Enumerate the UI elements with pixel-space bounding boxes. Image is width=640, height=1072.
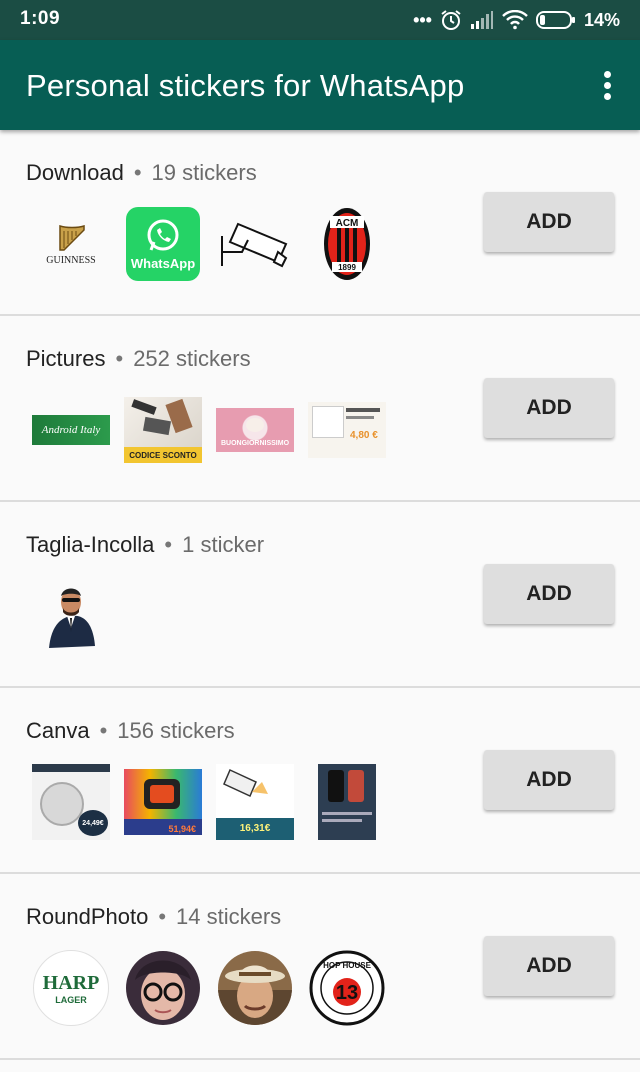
sticker-text: ACM xyxy=(336,218,359,229)
bilancia-smart-ad-icon: 24,49€ xyxy=(32,764,110,840)
sticker-count: 156 stickers xyxy=(117,718,235,743)
ac-milan-crest-icon: ACM 1899 xyxy=(308,206,386,282)
harp-lager-logo-icon: HARP LAGER xyxy=(32,950,110,1026)
guinness-harp-logo-icon: GUINNESS xyxy=(32,206,110,282)
status-time: 1:09 xyxy=(20,8,61,29)
sticker-count: 252 stickers xyxy=(133,346,251,371)
cctv-camera-drawing-icon xyxy=(216,206,294,282)
pack-header: Download • 19 stickers xyxy=(26,160,257,186)
sticker-pack-row[interactable]: Taglia-Incolla • 1 sticker ADD xyxy=(0,502,640,688)
pack-header: Canva • 156 stickers xyxy=(26,718,235,744)
sticker-previews: HARP LAGER HOP HOUSE 13 xyxy=(32,950,386,1026)
kitten-photo-icon: BUONGIORNISSIMO xyxy=(216,392,294,468)
sticker-text: WhatsApp xyxy=(130,255,196,271)
add-pack-button[interactable]: ADD xyxy=(484,378,614,438)
separator-dot: • xyxy=(133,160,142,185)
sticker-subtext: 1899 xyxy=(338,263,356,272)
android-italy-banner-icon: Android Italy xyxy=(32,392,110,468)
sticker-text: 13 xyxy=(336,982,358,1004)
alarm-icon xyxy=(441,10,461,30)
pack-name: Pictures xyxy=(26,346,106,371)
sticker-previews: 24,49€ 51,94€ 16,31€ xyxy=(32,764,386,840)
sticker-text: 51,94€ xyxy=(168,824,196,834)
more-notifications-icon: ••• xyxy=(413,9,432,30)
battery-percent: 14% xyxy=(583,9,620,30)
sticker-subtext: HOP HOUSE xyxy=(323,961,372,970)
sticker-text: 24,49€ xyxy=(82,819,104,827)
sticker-count: 1 sticker xyxy=(182,532,265,557)
hop-house-13-logo-icon: HOP HOUSE 13 xyxy=(308,950,386,1026)
sticker-pack-row[interactable]: Canva • 156 stickers 24,49€ 51,94€ 16,31… xyxy=(0,688,640,874)
separator-dot: • xyxy=(164,532,173,557)
signal-icon xyxy=(470,11,493,29)
pack-header: Pictures • 252 stickers xyxy=(26,346,251,372)
wifi-icon xyxy=(502,10,528,30)
sticker-count: 19 stickers xyxy=(151,160,257,185)
pack-name: Download xyxy=(26,160,124,185)
sticker-text: BUONGIORNISSIMO xyxy=(220,440,290,447)
app-title: Personal stickers for WhatsApp xyxy=(26,68,465,103)
add-pack-button[interactable]: ADD xyxy=(484,936,614,996)
sticker-previews: Android Italy CODICE SCONTO BUONGIORNISS… xyxy=(32,392,386,468)
status-bar: 1:09 ••• 14% xyxy=(0,0,640,40)
pack-name: RoundPhoto xyxy=(26,904,149,929)
pack-name: Taglia-Incolla xyxy=(26,532,155,557)
battery-icon xyxy=(535,11,575,29)
sticker-pack-row[interactable]: Download • 19 stickers GUINNESS WhatsApp xyxy=(0,130,640,316)
add-pack-button[interactable]: ADD xyxy=(484,564,614,624)
sticker-previews xyxy=(32,578,110,654)
sticker-subtext: LAGER xyxy=(55,994,87,1005)
sticker-text: Android Italy xyxy=(41,424,101,436)
add-pack-button[interactable]: ADD xyxy=(484,750,614,810)
separator-dot: • xyxy=(99,718,108,743)
app-bar: Personal stickers for WhatsApp xyxy=(0,40,640,130)
sticker-pack-row[interactable]: RoundPhoto • 14 stickers HARP LAGER HOP … xyxy=(0,874,640,1060)
separator-dot: • xyxy=(115,346,124,371)
phone-accessories-photo-icon: CODICE SCONTO xyxy=(124,392,202,468)
separator-dot: • xyxy=(158,904,167,929)
sticker-pack-row[interactable]: Pictures • 252 stickers Android Italy CODI… xyxy=(0,316,640,502)
smartwatch-ad-icon: 51,94€ xyxy=(124,764,202,840)
smartphone-ad-icon xyxy=(308,764,386,840)
woman-glasses-photo-icon xyxy=(124,950,202,1026)
overflow-menu-icon[interactable] xyxy=(604,71,612,101)
sticker-count: 14 stickers xyxy=(176,904,282,929)
sticker-pack-list: Download • 19 stickers GUINNESS WhatsApp xyxy=(0,130,640,1060)
pack-header: Taglia-Incolla • 1 sticker xyxy=(26,532,264,558)
status-icons: ••• 14% xyxy=(413,8,620,32)
whatsapp-logo-icon: WhatsApp xyxy=(124,206,202,282)
sticker-text: GUINNESS xyxy=(46,254,96,266)
sticker-previews: GUINNESS WhatsApp ACM 1899 xyxy=(32,206,386,282)
man-in-suit-cutout-icon xyxy=(32,578,110,654)
camera-ad-icon: 16,31€ xyxy=(216,764,294,840)
sticker-text: 4,80 € xyxy=(350,430,378,441)
pack-header: RoundPhoto • 14 stickers xyxy=(26,904,281,930)
sticker-text: CODICE SCONTO xyxy=(129,450,197,460)
man-hat-photo-icon xyxy=(216,950,294,1026)
pack-name: Canva xyxy=(26,718,90,743)
add-pack-button[interactable]: ADD xyxy=(484,192,614,252)
product-ad-photo-icon: 4,80 € xyxy=(308,392,386,468)
sticker-text: HARP xyxy=(42,971,100,994)
sticker-text: 16,31€ xyxy=(239,823,271,834)
